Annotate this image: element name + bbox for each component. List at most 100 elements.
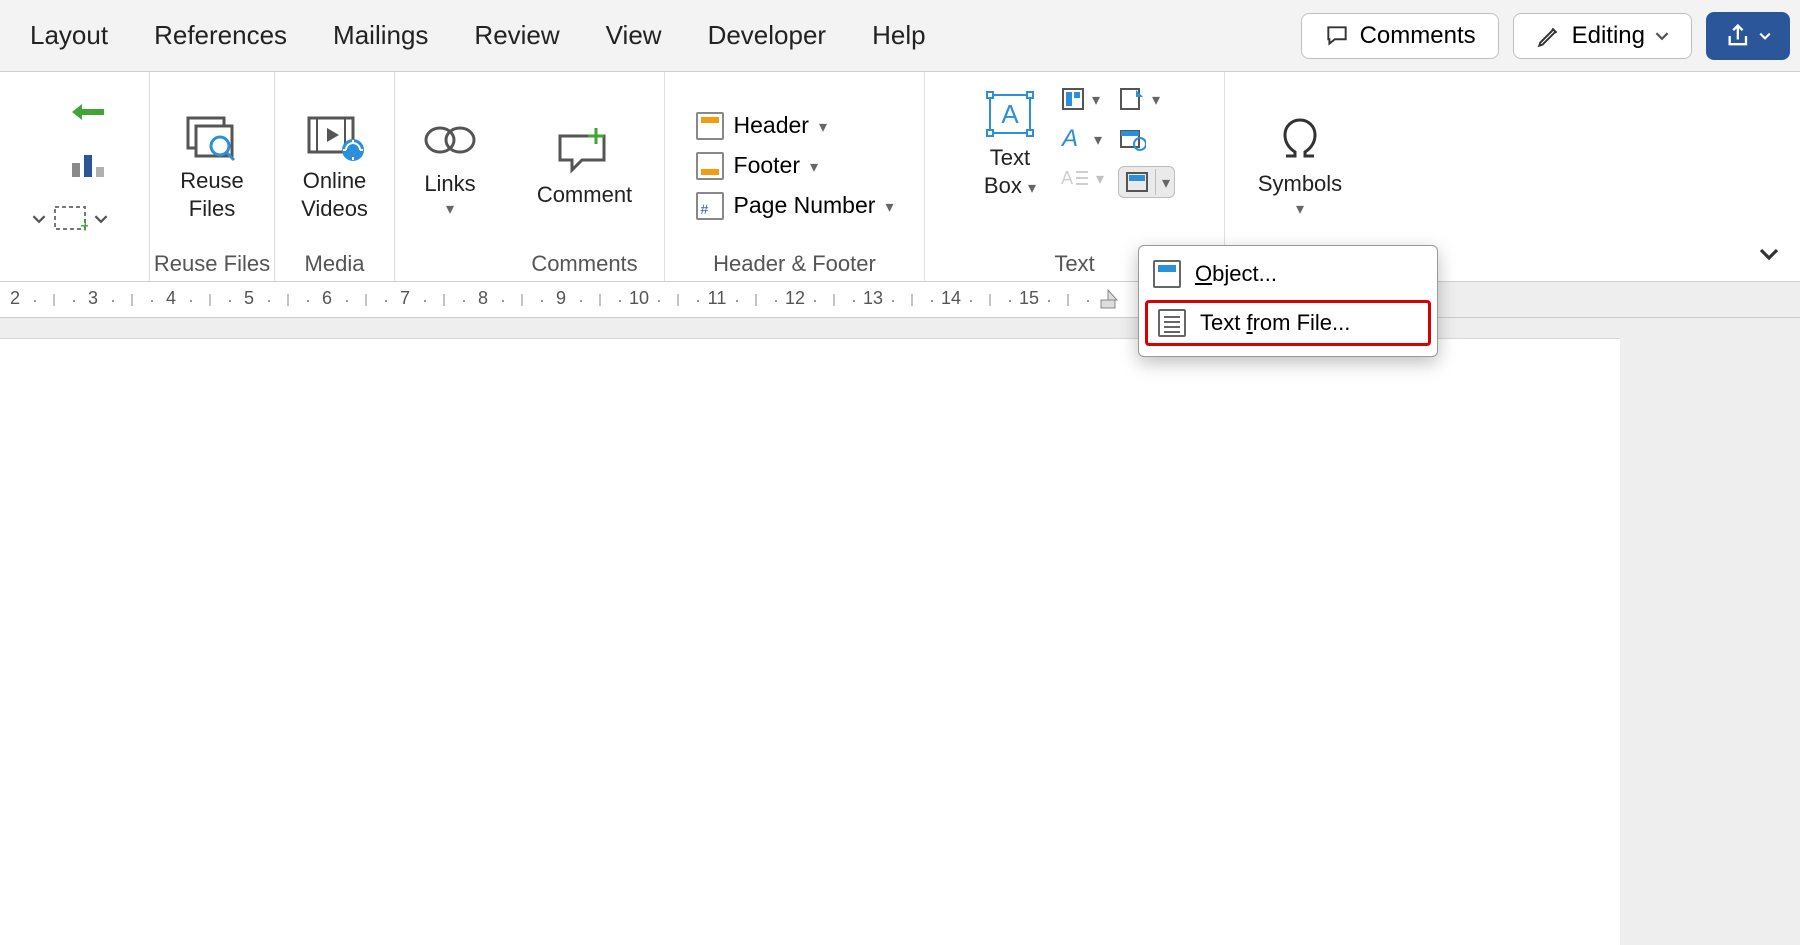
ruler-tick <box>463 300 465 302</box>
ruler-tick <box>580 300 582 302</box>
links-button[interactable]: Links ▾ <box>410 112 490 220</box>
menu-item-object[interactable]: OObject...bject... <box>1139 252 1437 296</box>
document-area <box>0 318 1800 945</box>
share-button[interactable] <box>1706 12 1790 60</box>
ruler-tick <box>931 300 933 302</box>
tab-mailings[interactable]: Mailings <box>333 20 428 51</box>
menu-item-text-from-file-label: Text from File... <box>1200 310 1350 336</box>
text-box-button[interactable]: A TextBox ▾ <box>974 86 1046 199</box>
symbols-button[interactable]: Symbols ▾ <box>1250 112 1350 220</box>
document-page[interactable] <box>0 338 1620 945</box>
ruler-tick <box>307 300 309 302</box>
ruler-tick <box>73 300 75 302</box>
quick-parts-icon <box>1060 86 1086 112</box>
menu-item-text-from-file[interactable]: Text from File... <box>1145 300 1431 346</box>
ruler-tick <box>678 294 679 306</box>
smartart-icon[interactable] <box>68 98 108 131</box>
ruler-number: 9 <box>556 288 566 309</box>
tab-help[interactable]: Help <box>872 20 925 51</box>
editing-mode-button[interactable]: Editing <box>1513 13 1692 59</box>
ruler-number: 5 <box>244 288 254 309</box>
ruler-tick <box>54 294 55 306</box>
chevron-down-icon <box>32 212 46 226</box>
ruler-tick <box>1087 300 1089 302</box>
screenshot-button[interactable]: + <box>32 204 108 234</box>
footer-button[interactable]: Footer ▾ <box>696 152 894 180</box>
ruler-tick <box>34 300 36 302</box>
ruler-tick <box>990 294 991 306</box>
ruler-tick <box>775 300 777 302</box>
ruler-number: 7 <box>400 288 410 309</box>
ribbon: + Reuse Files Reuse Files <box>0 72 1800 282</box>
ruler-tick <box>268 300 270 302</box>
chevron-down-icon: ▾ <box>1028 180 1036 197</box>
tab-view[interactable]: View <box>606 20 662 51</box>
wordart-button[interactable]: A ▾ <box>1060 126 1104 152</box>
signature-line-button[interactable]: ▾ <box>1118 86 1175 112</box>
ruler-number: 15 <box>1019 288 1039 309</box>
tab-developer[interactable]: Developer <box>708 20 827 51</box>
reuse-files-button[interactable]: Reuse Files <box>172 109 252 222</box>
svg-text:A: A <box>1060 126 1078 152</box>
reuse-files-label-1: Reuse <box>180 168 244 193</box>
tab-layout[interactable]: Layout <box>30 20 108 51</box>
comment-label: Comment <box>537 181 632 209</box>
group-label-empty <box>71 251 77 281</box>
group-label-comments: Comments <box>531 251 637 281</box>
comments-button[interactable]: Comments <box>1301 13 1499 59</box>
ruler-tick <box>346 300 348 302</box>
group-label-text: Text <box>1054 251 1094 281</box>
tab-references[interactable]: References <box>154 20 287 51</box>
online-videos-button[interactable]: OnlineVideos <box>293 109 376 222</box>
svg-text:A: A <box>1061 168 1073 188</box>
comments-button-label: Comments <box>1360 22 1476 50</box>
ruler-tick <box>210 294 211 306</box>
chevron-down-icon: ▾ <box>1152 90 1160 110</box>
horizontal-ruler[interactable]: 23456789101112131415 <box>0 282 1800 318</box>
chart-icon[interactable] <box>68 149 108 186</box>
omega-icon <box>1274 116 1326 164</box>
date-time-button[interactable] <box>1118 126 1175 152</box>
chevron-down-icon: ▾ <box>1162 173 1170 193</box>
ruler-number: 12 <box>785 288 805 309</box>
new-comment-button[interactable]: Comment <box>529 123 640 209</box>
text-box-label-1: Text <box>990 145 1030 170</box>
svg-text:+: + <box>80 216 88 234</box>
reuse-files-label-2: Files <box>189 196 235 221</box>
object-split-button[interactable]: ▾ <box>1118 166 1175 198</box>
tab-review[interactable]: Review <box>474 20 559 51</box>
spacer <box>447 251 453 281</box>
header-button[interactable]: Header ▾ <box>696 112 894 140</box>
drop-cap-icon: A <box>1060 166 1090 190</box>
ruler-tick <box>1048 300 1050 302</box>
right-indent-marker[interactable] <box>1097 288 1119 312</box>
page-number-button[interactable]: Page Number ▾ <box>696 192 894 220</box>
online-videos-label-2: Videos <box>301 196 368 221</box>
chevron-down-icon: ▾ <box>1096 169 1104 189</box>
quick-parts-button[interactable]: ▾ <box>1060 86 1104 112</box>
group-label-header-footer: Header & Footer <box>713 251 876 281</box>
group-header-footer: Header ▾ Footer ▾ Page Number ▾ Header &… <box>665 72 925 281</box>
ribbon-tabs: Layout References Mailings Review View D… <box>30 20 926 51</box>
ruler-number: 2 <box>10 288 20 309</box>
reuse-files-icon <box>182 112 242 162</box>
collapse-ribbon-button[interactable] <box>1752 237 1786 271</box>
wordart-icon: A <box>1060 126 1088 152</box>
group-illustrations-overflow: + <box>0 72 150 281</box>
chevron-down-icon <box>1759 244 1779 264</box>
ruler-tick <box>112 300 114 302</box>
ruler-tick <box>736 300 738 302</box>
share-icon <box>1725 22 1753 50</box>
ruler-number: 14 <box>941 288 961 309</box>
ruler-tick <box>619 300 621 302</box>
signature-line-icon <box>1118 86 1146 112</box>
link-icon <box>418 118 482 162</box>
chevron-down-icon: ▾ <box>1296 199 1304 219</box>
chevron-down-icon: ▾ <box>1092 90 1100 110</box>
ruler-tick <box>522 294 523 306</box>
chevron-down-icon: ▾ <box>1094 130 1102 150</box>
chevron-down-icon <box>1655 29 1669 43</box>
ruler-tick <box>385 300 387 302</box>
text-box-icon: A <box>982 89 1038 139</box>
chevron-down-icon: ▾ <box>819 117 827 137</box>
